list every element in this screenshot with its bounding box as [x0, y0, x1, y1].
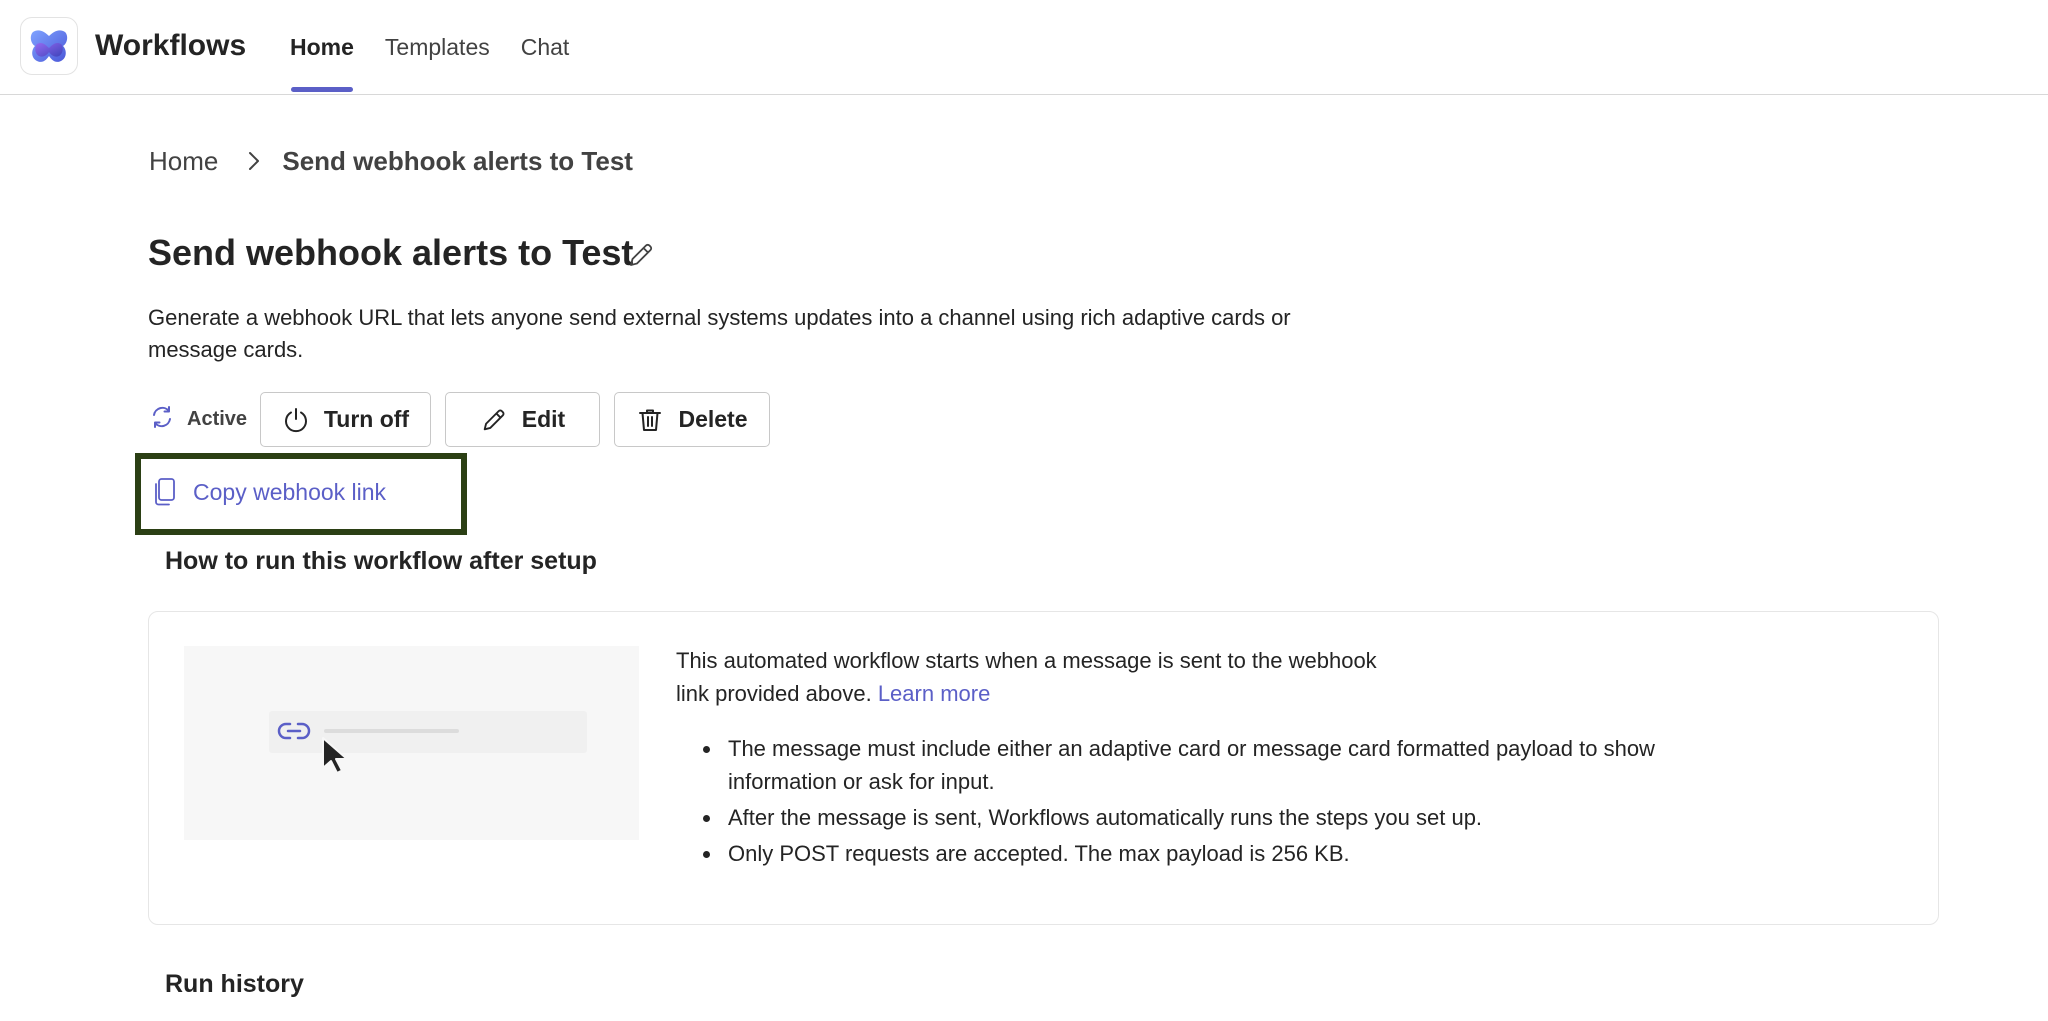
edit-label: Edit	[521, 406, 566, 432]
copy-icon	[155, 478, 175, 506]
turn-off-label: Turn off	[323, 406, 410, 432]
status-label: Active	[187, 408, 248, 430]
page-title: Send webhook alerts to Test	[148, 232, 634, 273]
delete-label: Delete	[678, 406, 748, 432]
list-item: After the message is sent, Workflows aut…	[701, 801, 1761, 834]
turn-off-button[interactable]: Turn off	[260, 392, 431, 447]
copy-webhook-link-button[interactable]: Copy webhook link	[153, 477, 386, 507]
run-history-title: Run history	[165, 970, 304, 998]
trash-icon	[639, 409, 662, 431]
howto-bullets: The message must include either an adapt…	[701, 732, 1761, 873]
breadcrumb-home-link[interactable]: Home	[149, 144, 218, 178]
link-icon	[277, 718, 311, 749]
list-item: Only POST requests are accepted. The max…	[701, 837, 1761, 870]
learn-more-link[interactable]: Learn more	[878, 681, 991, 706]
tab-templates[interactable]: Templates	[385, 0, 490, 95]
howto-intro-text: This automated workflow starts when a me…	[676, 648, 1377, 706]
breadcrumb-current: Send webhook alerts to Test	[282, 146, 633, 176]
workflows-logo-icon	[20, 17, 78, 75]
app-title: Workflows	[95, 29, 247, 62]
pencil-icon	[483, 409, 505, 430]
illustration-link-bar	[269, 711, 587, 753]
breadcrumb: Home Send webhook alerts to Test	[149, 144, 633, 178]
power-icon	[284, 407, 307, 432]
cursor-icon	[320, 735, 352, 780]
list-item: The message must include either an adapt…	[701, 732, 1761, 798]
top-nav: Home Templates Chat	[290, 0, 600, 95]
pencil-icon[interactable]	[626, 240, 656, 270]
edit-button[interactable]: Edit	[445, 392, 600, 447]
top-bar: Workflows Home Templates Chat	[0, 0, 2048, 95]
howto-card: This automated workflow starts when a me…	[148, 611, 1939, 925]
howto-intro: This automated workflow starts when a me…	[676, 644, 1396, 710]
delete-button[interactable]: Delete	[614, 392, 770, 447]
tab-chat[interactable]: Chat	[521, 0, 570, 95]
chevron-right-icon	[248, 151, 260, 171]
status-badge: Active	[149, 404, 247, 435]
workflow-description: Generate a webhook URL that lets anyone …	[148, 305, 1291, 362]
sync-icon	[149, 404, 175, 435]
howto-section-title: How to run this workflow after setup	[165, 547, 597, 575]
webhook-illustration	[184, 646, 639, 840]
copy-webhook-link-label: Copy webhook link	[193, 479, 387, 505]
illustration-url-line	[324, 729, 459, 733]
tab-home[interactable]: Home	[290, 0, 354, 95]
